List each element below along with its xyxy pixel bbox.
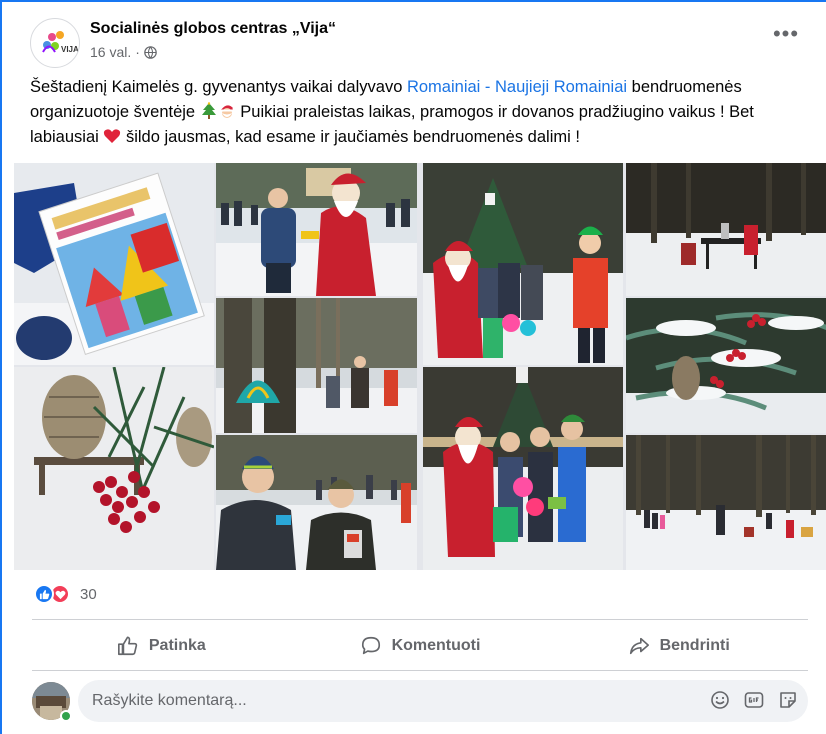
reactions-summary[interactable]: 30 [34, 583, 97, 605]
share-button[interactable]: Bendrinti [549, 624, 808, 668]
santa-group-photo[interactable] [423, 163, 623, 365]
comment-label: Komentuoti [391, 637, 481, 654]
comment-button[interactable]: Komentuoti [291, 624, 550, 668]
comment-input[interactable] [78, 680, 808, 722]
reaction-count[interactable]: 30 [80, 586, 97, 603]
santa-emoji [220, 105, 236, 118]
vija-logo-text: VIJA [61, 45, 79, 54]
outdoor-table-photo[interactable] [626, 163, 826, 296]
children-with-gifts-photo[interactable] [216, 435, 417, 570]
red-heart-emoji [104, 129, 121, 143]
share-label: Bendrinti [659, 637, 730, 654]
gift-box-photo[interactable] [14, 163, 214, 365]
snowy-park-crowd-photo[interactable] [626, 435, 826, 570]
santa-children-balloons-photo[interactable] [423, 367, 623, 570]
divider-bottom [32, 670, 808, 671]
post-time[interactable]: 16 val. [90, 44, 131, 60]
post-text: Šeštadienį Kaimelės g. gyvenantys vaikai… [30, 75, 820, 150]
post-meta: 16 val. · [90, 44, 157, 60]
comment-composer [32, 678, 808, 722]
globe-icon [144, 45, 157, 59]
online-status-indicator [60, 710, 72, 722]
post-text-part1: Šeštadienį Kaimelės g. gyvenantys vaikai… [30, 78, 407, 96]
link-romainiai[interactable]: Romainiai - [407, 78, 495, 96]
comment-tools [710, 690, 798, 710]
thumbs-up-icon [117, 636, 138, 656]
sticker-icon[interactable] [778, 690, 798, 710]
post-text-part4: šildo jausmas, kad esame ir jaučiamės be… [121, 128, 580, 146]
umbrella-trees-photo[interactable] [216, 298, 417, 433]
emoji-icon[interactable] [710, 690, 730, 710]
post-card: VIJA Socialinės globos centras „Vija“ 16… [0, 0, 826, 734]
more-options-icon[interactable]: ••• [772, 23, 800, 52]
snowy-pine-berries-photo[interactable] [626, 298, 826, 433]
page-avatar[interactable]: VIJA [30, 18, 80, 68]
post-header: VIJA Socialinės globos centras „Vija“ 16… [30, 16, 810, 68]
like-reaction-icon [34, 584, 54, 604]
meta-separator: · [135, 44, 140, 60]
gif-icon[interactable] [744, 690, 764, 710]
photo-gallery [14, 163, 826, 570]
christmas-tree-emoji [201, 102, 216, 119]
like-button[interactable]: Patinka [32, 624, 291, 668]
pine-cone-berries-photo[interactable] [14, 367, 214, 570]
comment-icon [361, 636, 380, 655]
divider-top [32, 619, 808, 620]
action-bar: Patinka Komentuoti Bendrinti [32, 624, 808, 668]
share-icon [629, 637, 649, 655]
santa-giving-gift-photo[interactable] [216, 163, 417, 296]
page-name[interactable]: Socialinės globos centras „Vija“ [90, 20, 336, 38]
like-label: Patinka [148, 637, 206, 654]
link-naujieji-romainiai[interactable]: Naujieji Romainiai [495, 78, 627, 96]
